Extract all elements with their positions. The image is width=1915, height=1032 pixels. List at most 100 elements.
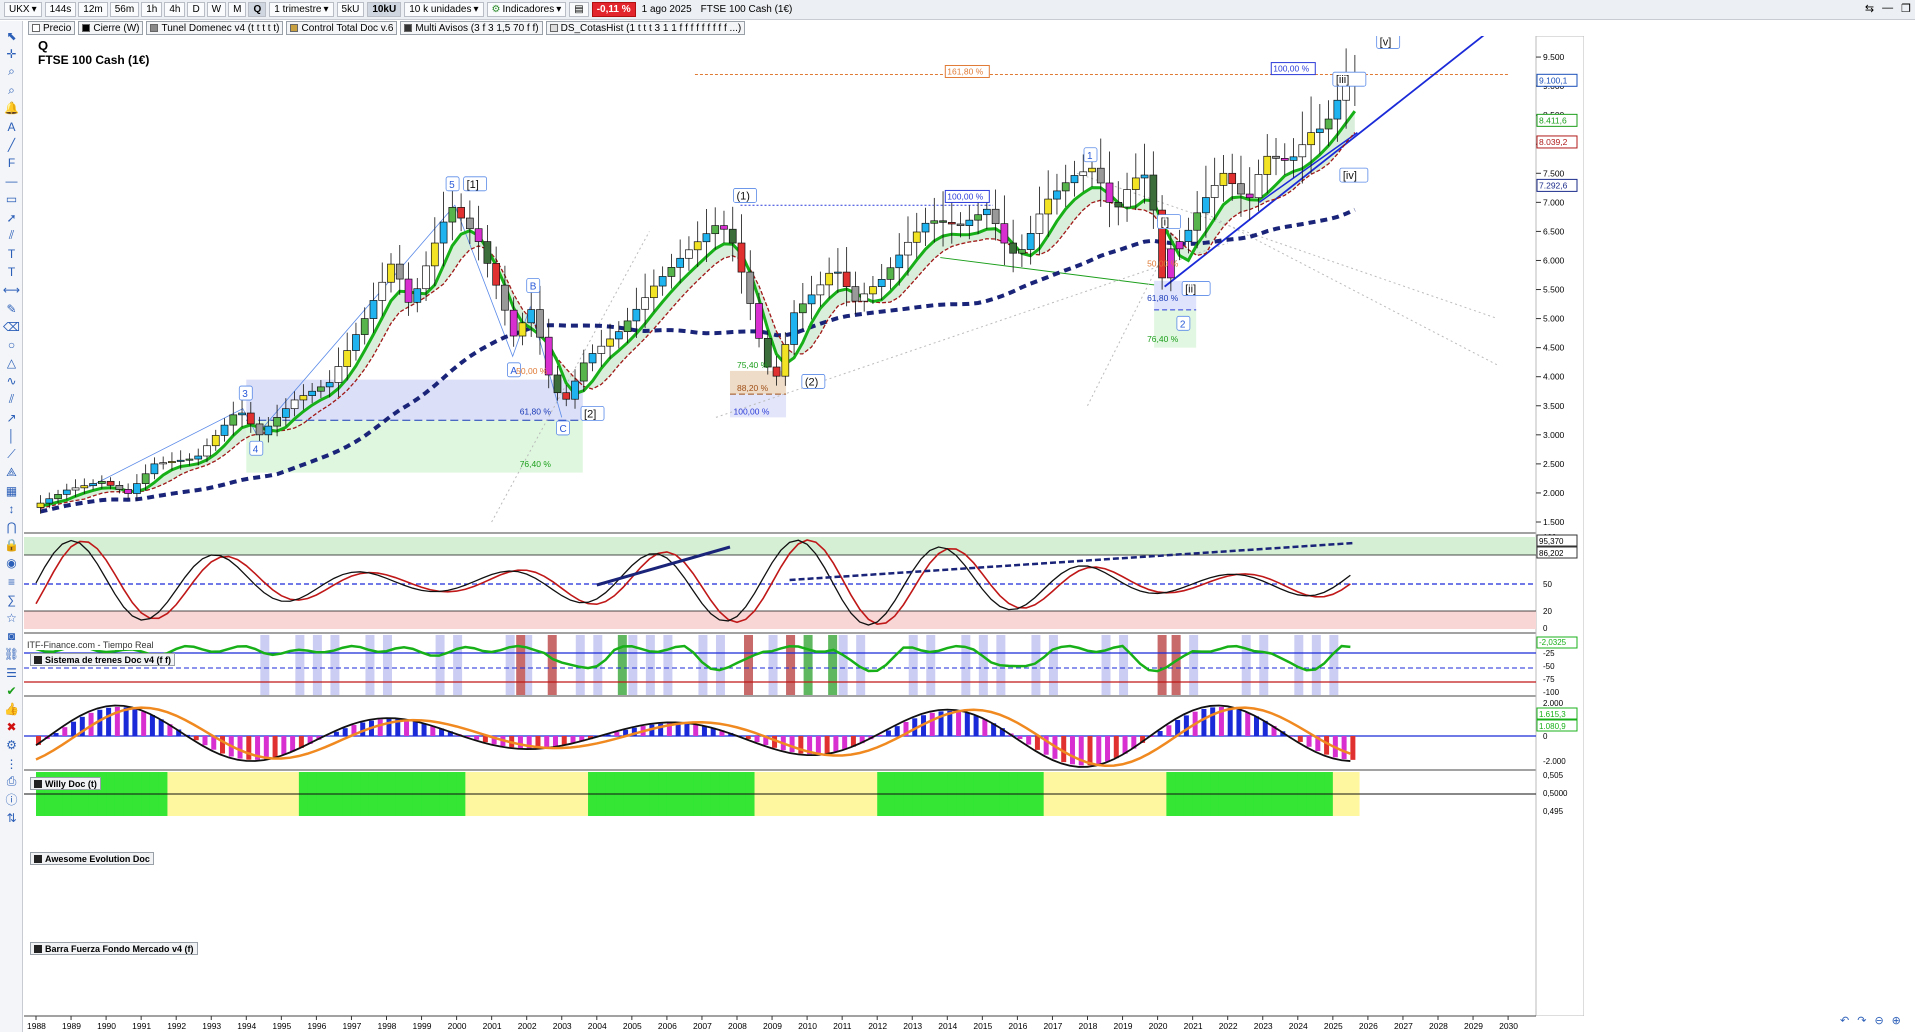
candle-body [921, 222, 930, 233]
circle-icon[interactable]: ○ [3, 336, 20, 353]
zoom-in-icon[interactable]: ⊕ [1892, 1014, 1901, 1027]
indicator-tag[interactable]: Tunel Domenec v4 (t t t t t) [146, 21, 284, 35]
period-button-4h[interactable]: 4h [164, 2, 186, 17]
cursor-icon[interactable]: ⬉ [3, 27, 20, 44]
indicator-tag[interactable]: Cierre (W) [78, 21, 144, 35]
indicator-tag[interactable]: Multi Avisos (3 f 3 1,5 70 f f) [400, 21, 543, 35]
willy-band [628, 635, 638, 695]
link-icon[interactable]: ⇆ [1865, 2, 1874, 15]
options-icon[interactable]: ⋮ [3, 755, 20, 772]
ray-icon[interactable]: ↗ [3, 409, 20, 426]
magnet-icon[interactable]: ⋂ [3, 518, 20, 535]
print-icon[interactable]: ⎙ [3, 773, 20, 790]
chart-canvas[interactable]: 10.0009.5009.0008.5008.0007.5007.0006.50… [24, 36, 1584, 1032]
pane-title-trenes[interactable]: Sistema de trenes Doc v4 (f f) [30, 653, 176, 666]
candle-body [886, 267, 895, 280]
like-icon[interactable]: 👍 [3, 700, 20, 717]
candle-body [89, 483, 97, 487]
draw-tool-button[interactable]: ▤ [569, 2, 589, 17]
parallel-icon[interactable]: ⫽ [3, 391, 20, 408]
restore-icon[interactable]: ❐ [1901, 2, 1911, 15]
period-button-144s[interactable]: 144s [44, 2, 77, 17]
candle-body [1131, 177, 1140, 190]
indicator-tag[interactable]: DS_CotasHist (1 t t t 3 1 1 f f f f f f … [545, 21, 746, 35]
list-icon[interactable]: ☰ [3, 664, 20, 681]
wave-label: [v] [1380, 36, 1392, 48]
pane-title-barra[interactable]: Barra Fuerza Fondo Mercado v4 (f) [30, 942, 198, 955]
candle-body [834, 271, 842, 274]
fib-icon[interactable]: F [3, 154, 20, 171]
indicator-label: Precio [43, 22, 72, 34]
search-icon[interactable]: ⌕ [3, 82, 20, 99]
camera-icon[interactable]: ◙ [3, 628, 20, 645]
candle-body [1254, 174, 1263, 199]
arrows-icon[interactable]: ⇅ [3, 810, 20, 827]
period-button-w[interactable]: W [206, 2, 227, 17]
line-icon[interactable]: ╱ [3, 136, 20, 153]
awesome-bar [421, 723, 427, 736]
pane-title-awesome[interactable]: Awesome Evolution Doc [30, 852, 154, 865]
hline-icon[interactable]: — [3, 173, 20, 190]
link-icon2[interactable]: ⛓ [3, 646, 20, 663]
rect-icon[interactable]: ▭ [3, 191, 20, 208]
channel-icon[interactable]: ⫽ [3, 227, 20, 244]
candle-body [97, 480, 106, 484]
t-icon[interactable]: T [3, 245, 20, 262]
period-button-56m[interactable]: 56m [109, 2, 140, 17]
triangle-icon[interactable]: △ [3, 355, 20, 372]
ruler-icon[interactable]: ⟷ [3, 282, 20, 299]
wave-label: 4 [253, 444, 259, 455]
erase-icon[interactable]: ⌫ [3, 318, 20, 335]
pitch-icon[interactable]: ⟁ [3, 464, 20, 481]
eye-icon[interactable]: ◉ [3, 555, 20, 572]
timeframe-select[interactable]: 1 trimestre ▾ [269, 2, 334, 17]
indicators-button[interactable]: ⚙ Indicadores ▾ [486, 2, 567, 17]
layers-icon[interactable]: ≡ [3, 573, 20, 590]
candle-body [404, 278, 413, 303]
info-icon[interactable]: ⓘ [3, 791, 20, 808]
willy-tick: -75 [1543, 675, 1555, 684]
candle-body [1333, 99, 1342, 120]
symbol-selector[interactable]: UKX ▾ [4, 2, 42, 17]
period-button-q[interactable]: Q [248, 2, 267, 17]
pen-icon[interactable]: ✎ [3, 300, 20, 317]
undo-icon[interactable]: ↶ [1840, 1014, 1849, 1027]
willy-band [768, 635, 778, 695]
vline-icon[interactable]: │ [3, 427, 20, 444]
period-button-d[interactable]: D [187, 2, 205, 17]
candle-body [194, 455, 203, 460]
delete-icon[interactable]: ✖ [3, 719, 20, 736]
awesome-bar [1026, 736, 1032, 745]
candle-body [492, 263, 500, 286]
pane-title-willy[interactable]: Willy Doc (t) [30, 777, 101, 790]
calc-icon[interactable]: ∑ [3, 591, 20, 608]
indicator-tag[interactable]: Precio [28, 21, 76, 35]
zoom-out-icon[interactable]: ⊖ [1874, 1014, 1883, 1027]
star-icon[interactable]: ☆ [3, 609, 20, 626]
arrow-icon[interactable]: ➚ [3, 209, 20, 226]
period-button-12m[interactable]: 12m [78, 2, 108, 17]
price-tick-label: 5.000 [1543, 314, 1565, 324]
period-button-m[interactable]: M [228, 2, 247, 17]
grid-icon[interactable]: ▦ [3, 482, 20, 499]
units-select[interactable]: 10 k unidades ▾ [404, 2, 484, 17]
minimize-icon[interactable]: — [1882, 2, 1893, 15]
t2-icon[interactable]: T [3, 264, 20, 281]
redo-icon[interactable]: ↷ [1857, 1014, 1866, 1027]
lock-icon[interactable]: 🔒 [3, 537, 20, 554]
crosshair-icon[interactable]: ✛ [3, 45, 20, 62]
candle-body [728, 228, 737, 244]
indicator-tag[interactable]: Control Total Doc v.6 [286, 21, 398, 35]
period-button-1h[interactable]: 1h [141, 2, 163, 17]
units-5k-button[interactable]: 5kU [336, 2, 365, 17]
bell-icon[interactable]: 🔔 [3, 100, 20, 117]
wave-icon[interactable]: ∿ [3, 373, 20, 390]
units-10k-button[interactable]: 10kU [367, 2, 402, 17]
text-icon[interactable]: A [3, 118, 20, 135]
measure-icon[interactable]: ↕ [3, 500, 20, 517]
zoom-icon[interactable]: ⌕ [3, 63, 20, 80]
settings-icon[interactable]: ⚙ [3, 737, 20, 754]
check-icon[interactable]: ✔ [3, 682, 20, 699]
year-label: 1991 [132, 1021, 151, 1031]
fan-icon[interactable]: ⟋ [3, 446, 20, 463]
